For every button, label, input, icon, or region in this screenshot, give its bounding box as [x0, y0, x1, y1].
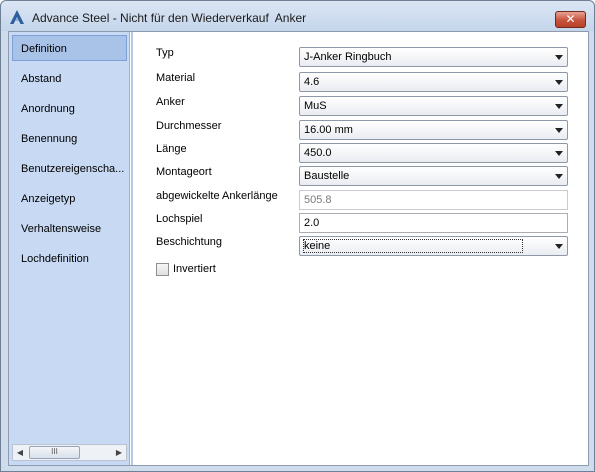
durchmesser-dropdown[interactable]: 16.00 mm: [299, 120, 568, 140]
sidebar-item-label: Anordnung: [21, 103, 75, 115]
sidebar-item-anzeigetyp[interactable]: Anzeigetyp: [12, 185, 127, 211]
sidebar-item-anordnung[interactable]: Anordnung: [12, 95, 127, 121]
anker-value: MuS: [304, 100, 327, 112]
category-sidebar: Definition Abstand Anordnung Benennung B…: [9, 32, 130, 465]
chevron-down-icon: [555, 55, 563, 60]
chevron-down-icon: [555, 128, 563, 133]
sidebar-item-lochdefinition[interactable]: Lochdefinition: [12, 245, 127, 271]
chevron-down-icon: [555, 80, 563, 85]
sidebar-item-abstand[interactable]: Abstand: [12, 65, 127, 91]
scrollbar-thumb[interactable]: III: [29, 446, 80, 459]
window-title: Advance Steel - Nicht für den Wiederverk…: [32, 11, 307, 25]
typ-label: Typ: [156, 47, 174, 59]
chevron-down-icon: [555, 244, 563, 249]
durchmesser-value: 16.00 mm: [304, 124, 353, 136]
sidebar-item-label: Benutzereigenscha...: [21, 163, 125, 175]
montageort-value: Baustelle: [304, 170, 350, 182]
typ-value: J-Anker Ringbuch: [304, 51, 392, 63]
sidebar-item-label: Definition: [21, 43, 67, 55]
lochspiel-input[interactable]: 2.0: [299, 213, 568, 233]
chevron-down-icon: [555, 174, 563, 179]
laenge-dropdown[interactable]: 450.0: [299, 143, 568, 163]
beschichtung-label: Beschichtung: [156, 236, 223, 248]
splitter[interactable]: [131, 32, 133, 465]
typ-dropdown[interactable]: J-Anker Ringbuch: [299, 47, 568, 67]
montageort-label: Montageort: [156, 166, 212, 178]
dialog-window: Advance Steel - Nicht für den Wiederverk…: [0, 0, 595, 472]
sidebar-item-verhaltensweise[interactable]: Verhaltensweise: [12, 215, 127, 241]
sidebar-item-label: Verhaltensweise: [21, 223, 102, 235]
sidebar-item-benennung[interactable]: Benennung: [12, 125, 127, 151]
chevron-down-icon: [555, 104, 563, 109]
abgewickelte-ankerlaenge-label: abgewickelte Ankerlänge: [156, 190, 278, 202]
lochspiel-label: Lochspiel: [156, 213, 203, 225]
sidebar-item-label: Benennung: [21, 133, 78, 145]
abgewickelte-ankerlaenge-field: 505.8: [299, 190, 568, 210]
anker-label: Anker: [156, 96, 185, 108]
montageort-dropdown[interactable]: Baustelle: [299, 166, 568, 186]
durchmesser-label: Durchmesser: [156, 120, 222, 132]
beschichtung-dropdown[interactable]: keine: [299, 236, 568, 256]
advance-steel-logo-icon: [10, 10, 24, 24]
material-dropdown[interactable]: 4.6: [299, 72, 568, 92]
close-button[interactable]: ✕: [555, 11, 586, 28]
dialog-content: Definition Abstand Anordnung Benennung B…: [8, 31, 589, 466]
sidebar-item-label: Lochdefinition: [21, 253, 89, 265]
close-icon: ✕: [565, 12, 576, 26]
material-label: Material: [156, 72, 196, 84]
lochspiel-value: 2.0: [304, 217, 320, 229]
invertiert-label[interactable]: Invertiert: [173, 263, 216, 275]
sidebar-horizontal-scrollbar[interactable]: ◀ III ▶: [12, 444, 127, 461]
anker-dropdown[interactable]: MuS: [299, 96, 568, 116]
sidebar-item-label: Anzeigetyp: [21, 193, 76, 205]
sidebar-item-definition[interactable]: Definition: [12, 35, 127, 61]
chevron-down-icon: [555, 151, 563, 156]
laenge-value: 450.0: [304, 147, 332, 159]
scroll-left-icon[interactable]: ◀: [14, 446, 26, 459]
material-value: 4.6: [304, 76, 320, 88]
sidebar-item-label: Abstand: [21, 73, 62, 85]
invertiert-checkbox[interactable]: [156, 263, 169, 276]
beschichtung-value: keine: [302, 239, 524, 253]
abgewickelte-ankerlaenge-value: 505.8: [304, 194, 332, 206]
title-bar[interactable]: Advance Steel - Nicht für den Wiederverk…: [1, 1, 594, 31]
scroll-right-icon[interactable]: ▶: [113, 446, 125, 459]
scrollbar-grip-icon: III: [51, 447, 58, 456]
laenge-label: Länge: [156, 143, 187, 155]
sidebar-item-benutzereigenschaften[interactable]: Benutzereigenscha...: [12, 155, 127, 181]
